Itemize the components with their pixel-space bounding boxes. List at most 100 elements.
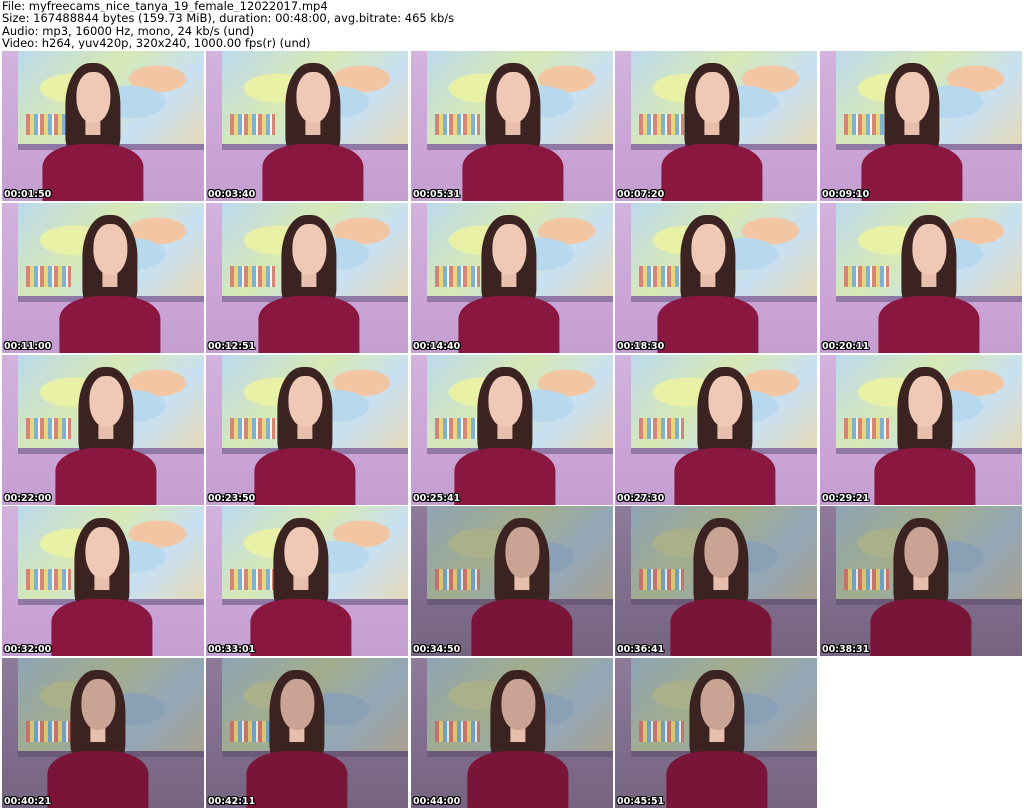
- audio-info-line: Audio: mp3, 16000 Hz, mono, 24 kb/s (und…: [2, 24, 255, 37]
- video-thumbnail: 00:29:21: [820, 355, 1022, 505]
- thumbnail-timestamp: 00:38:31: [822, 644, 870, 655]
- person-face: [496, 72, 530, 123]
- video-thumbnail: 00:32:00: [2, 506, 204, 656]
- person-body: [657, 296, 759, 353]
- file-name-line: File: myfreecams_nice_tanya_19_female_12…: [2, 0, 328, 13]
- person-figure: [244, 355, 365, 505]
- person-body: [666, 751, 768, 808]
- thumbnail-timestamp: 00:27:30: [617, 493, 665, 504]
- person-body: [51, 599, 153, 656]
- person-body: [42, 144, 144, 201]
- video-thumbnail: 00:23:50: [206, 355, 408, 505]
- person-figure: [252, 51, 373, 201]
- person-face: [85, 527, 119, 578]
- person-body: [467, 751, 569, 808]
- person-body: [861, 144, 963, 201]
- thumbnail-timestamp: 00:23:50: [208, 493, 256, 504]
- thumbnail-timestamp: 00:32:00: [4, 644, 52, 655]
- thumbnail-grid: 00:01:50 00:03:40 00:05:31 00:07:20 00:09:10…: [0, 51, 1024, 811]
- person-body: [471, 599, 573, 656]
- thumbnail-timestamp: 00:33:01: [208, 644, 256, 655]
- person-body: [258, 296, 360, 353]
- video-thumbnail: 00:38:31: [820, 506, 1022, 656]
- thumbnail-timestamp: 00:45:51: [617, 796, 665, 807]
- person-face: [904, 527, 938, 578]
- person-face: [76, 72, 110, 123]
- video-thumbnail: 00:44:00: [411, 658, 613, 808]
- video-thumbnail: 00:18:30: [615, 203, 817, 353]
- person-face: [93, 224, 127, 275]
- video-thumbnail: 00:14:40: [411, 203, 613, 353]
- person-face: [708, 376, 742, 427]
- thumbnail-timestamp: 00:14:40: [413, 341, 461, 352]
- person-figure: [240, 506, 361, 656]
- person-face: [288, 376, 322, 427]
- thumbnail-timestamp: 00:36:41: [617, 644, 665, 655]
- person-body: [454, 448, 556, 505]
- person-body: [246, 751, 348, 808]
- video-thumbnail: 00:22:00: [2, 355, 204, 505]
- person-figure: [41, 506, 162, 656]
- person-face: [908, 376, 942, 427]
- person-face: [488, 376, 522, 427]
- person-body: [462, 144, 564, 201]
- video-thumbnail: 00:05:31: [411, 51, 613, 201]
- person-figure: [868, 203, 989, 353]
- thumbnail-timestamp: 00:34:50: [413, 644, 461, 655]
- person-figure: [45, 355, 166, 505]
- person-figure: [457, 658, 578, 808]
- person-figure: [452, 51, 573, 201]
- person-figure: [444, 355, 565, 505]
- thumbnail-timestamp: 00:01:50: [4, 189, 52, 200]
- person-figure: [647, 203, 768, 353]
- person-face: [284, 527, 318, 578]
- thumbnail-timestamp: 00:40:21: [4, 796, 52, 807]
- person-figure: [248, 203, 369, 353]
- person-face: [492, 224, 526, 275]
- person-figure: [32, 51, 153, 201]
- person-figure: [461, 506, 582, 656]
- person-figure: [851, 51, 972, 201]
- person-face: [296, 72, 330, 123]
- person-face: [505, 527, 539, 578]
- thumbnail-timestamp: 00:25:41: [413, 493, 461, 504]
- person-figure: [37, 658, 158, 808]
- person-figure: [660, 506, 781, 656]
- person-face: [912, 224, 946, 275]
- person-figure: [860, 506, 981, 656]
- thumbnail-timestamp: 00:20:11: [822, 341, 870, 352]
- video-thumbnail: 00:34:50: [411, 506, 613, 656]
- person-body: [47, 751, 149, 808]
- person-body: [458, 296, 560, 353]
- thumbnail-timestamp: 00:42:11: [208, 796, 256, 807]
- file-size-line: Size: 167488844 bytes (159.73 MiB), dura…: [2, 12, 455, 25]
- thumbnail-timestamp: 00:05:31: [413, 189, 461, 200]
- video-thumbnail: 00:01:50: [2, 51, 204, 201]
- person-figure: [49, 203, 170, 353]
- person-body: [670, 599, 772, 656]
- thumbnail-timestamp: 00:44:00: [413, 796, 461, 807]
- thumbnail-timestamp: 00:09:10: [822, 189, 870, 200]
- thumbnail-timestamp: 00:03:40: [208, 189, 256, 200]
- thumbnail-timestamp: 00:18:30: [617, 341, 665, 352]
- person-face: [691, 224, 725, 275]
- person-face: [81, 679, 115, 730]
- video-thumbnail: 00:12:51: [206, 203, 408, 353]
- person-body: [661, 144, 763, 201]
- video-thumbnail: 00:11:00: [2, 203, 204, 353]
- person-face: [704, 527, 738, 578]
- thumbnail-timestamp: 00:07:20: [617, 189, 665, 200]
- video-thumbnail: 00:36:41: [615, 506, 817, 656]
- person-face: [280, 679, 314, 730]
- person-body: [250, 599, 352, 656]
- video-thumbnail: 00:27:30: [615, 355, 817, 505]
- thumbnail-timestamp: 00:12:51: [208, 341, 256, 352]
- person-figure: [448, 203, 569, 353]
- person-face: [895, 72, 929, 123]
- person-face: [695, 72, 729, 123]
- person-body: [674, 448, 776, 505]
- person-body: [874, 448, 976, 505]
- person-figure: [656, 658, 777, 808]
- video-thumbnail: 00:09:10: [820, 51, 1022, 201]
- person-figure: [864, 355, 985, 505]
